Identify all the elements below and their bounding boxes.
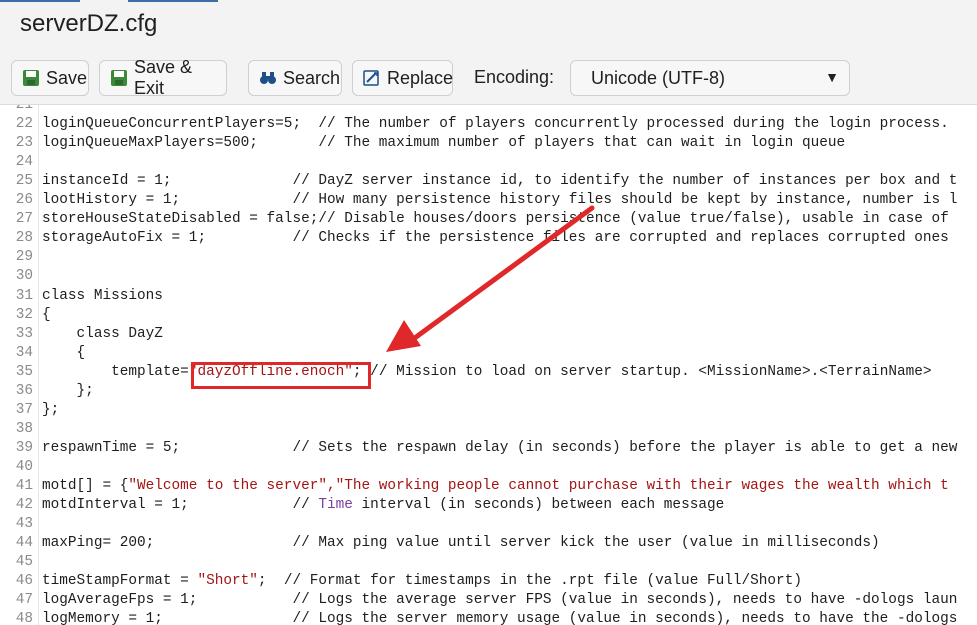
arrow-annotation: [386, 205, 595, 352]
